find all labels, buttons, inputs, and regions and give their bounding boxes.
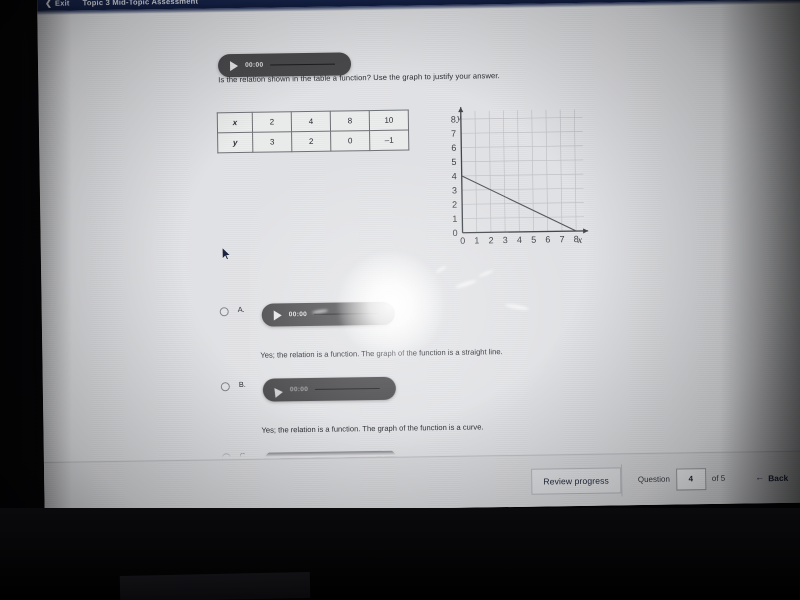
graph-gridlines (460, 109, 585, 234)
play-triangle-icon[interactable] (229, 60, 239, 71)
table-cell: 8 (330, 110, 370, 132)
option-b-audio-player[interactable]: 00:00 (262, 376, 397, 402)
assessment-title: Topic 3 Mid-Topic Assessment (82, 0, 199, 8)
question-scroll-area[interactable]: 00:00 Is the relation shown in the table… (37, 4, 800, 462)
audio-progress-bar[interactable] (315, 387, 380, 391)
question-label: Question (637, 474, 670, 485)
svg-text:6: 6 (451, 143, 456, 153)
question-number-input[interactable]: 4 (675, 467, 707, 491)
svg-text:7: 7 (451, 129, 456, 139)
table-row: y 3 2 0 –1 (217, 130, 409, 153)
graph-x-axis-label: x (577, 235, 583, 246)
option-a-text: Yes; the relation is a function. The gra… (260, 347, 503, 360)
table-row: x 2 4 8 10 (217, 110, 409, 133)
back-button[interactable]: ← Back (747, 472, 796, 483)
table-cell: 0 (330, 130, 370, 152)
table-cell: 4 (291, 111, 331, 132)
option-a-audio-player[interactable]: 00:00 (261, 301, 395, 327)
question-audio-time: 00:00 (245, 61, 264, 69)
svg-text:4: 4 (517, 235, 522, 245)
monitor-bezel-bottom (0, 508, 800, 600)
assessment-footer: Review progress Question 4 of 5 ← Back (43, 450, 800, 514)
option-letter-a: A. (237, 304, 245, 315)
audio-progress-bar[interactable] (314, 312, 379, 316)
svg-text:5: 5 (451, 157, 456, 167)
svg-text:8: 8 (451, 114, 456, 124)
svg-text:5: 5 (531, 235, 536, 245)
svg-text:6: 6 (545, 234, 550, 244)
photo-of-screen: ❮ Exit Topic 3 Mid-Topic Assessment 00:0… (0, 0, 800, 600)
question-total-label: of 5 (711, 473, 726, 484)
svg-text:4: 4 (452, 171, 457, 181)
table-row-header: y (217, 132, 253, 153)
svg-text:1: 1 (452, 214, 457, 224)
svg-text:3: 3 (452, 185, 457, 195)
table-cell: –1 (369, 130, 409, 151)
option-b-text: Yes; the relation is a function. The gra… (261, 422, 484, 435)
svg-text:1: 1 (474, 235, 479, 245)
monitor-screen: ❮ Exit Topic 3 Mid-Topic Assessment 00:0… (37, 0, 800, 514)
radio-option-a[interactable] (219, 307, 229, 317)
table-row-header: x (217, 112, 253, 133)
relation-table: x 2 4 8 10 y 3 2 0 –1 (216, 109, 410, 154)
chevron-left-icon: ❮ (45, 0, 53, 8)
back-label: Back (768, 472, 789, 483)
play-triangle-icon[interactable] (273, 309, 282, 321)
option-letter-b: B. (238, 379, 246, 390)
arrow-left-icon: ← (755, 472, 765, 483)
svg-text:2: 2 (488, 235, 493, 245)
question-navigator: Question 4 of 5 (620, 462, 748, 496)
table-cell: 2 (291, 131, 331, 152)
desk-object (119, 572, 311, 600)
review-progress-button[interactable]: Review progress (531, 466, 622, 495)
svg-text:0: 0 (452, 228, 457, 238)
option-a-audio-time: 00:00 (288, 311, 308, 319)
assessment-page: 00:00 Is the relation shown in the table… (37, 3, 800, 514)
svg-text:7: 7 (559, 234, 564, 244)
radio-option-b[interactable] (220, 382, 230, 392)
table-cell: 10 (369, 110, 409, 131)
audio-progress-bar[interactable] (270, 63, 336, 66)
option-b-audio-time: 00:00 (289, 386, 309, 394)
graph-y-axis-label: y (456, 113, 462, 124)
svg-text:3: 3 (503, 235, 508, 245)
play-triangle-icon[interactable] (274, 386, 284, 398)
exit-button[interactable]: ❮ Exit (45, 0, 70, 8)
table-cell: 2 (252, 111, 292, 133)
table-cell: 3 (252, 131, 292, 153)
svg-text:2: 2 (452, 200, 457, 210)
coordinate-graph: 0 1 2 3 4 5 6 7 8012345678 y x (451, 107, 589, 246)
exit-label: Exit (54, 0, 70, 8)
graph-axes (458, 107, 589, 234)
svg-text:0: 0 (460, 236, 465, 246)
